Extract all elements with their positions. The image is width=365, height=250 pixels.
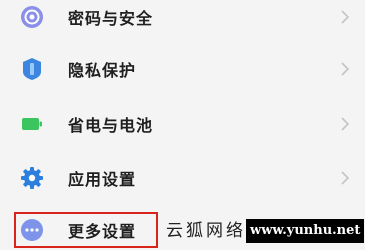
watermark-url: www.yunhu.net [246, 219, 365, 243]
chevron-right-icon [339, 7, 351, 27]
settings-item-label: 更多设置 [68, 222, 137, 241]
settings-item-label: 密码与安全 [68, 9, 154, 28]
settings-item-password-security[interactable]: 密码与安全 [0, 0, 365, 44]
settings-item-label: 省电与电池 [68, 116, 154, 135]
watermark: 云狐网络 www.yunhu.net [160, 212, 365, 250]
settings-item-battery[interactable]: 省电与电池 [0, 97, 365, 151]
privacy-shield-icon [20, 57, 44, 81]
watermark-chinese: 云狐网络 [160, 217, 246, 245]
settings-item-label: 隐私保护 [68, 61, 137, 80]
password-security-icon [20, 5, 44, 29]
app-settings-gear-icon [20, 166, 44, 190]
settings-item-app-settings[interactable]: 应用设置 [0, 151, 365, 205]
settings-item-privacy[interactable]: 隐私保护 [0, 42, 365, 96]
more-settings-icon [20, 218, 44, 242]
battery-icon [20, 112, 44, 136]
settings-item-label: 应用设置 [68, 170, 137, 189]
chevron-right-icon [339, 168, 351, 188]
chevron-right-icon [339, 59, 351, 79]
chevron-right-icon [339, 114, 351, 134]
